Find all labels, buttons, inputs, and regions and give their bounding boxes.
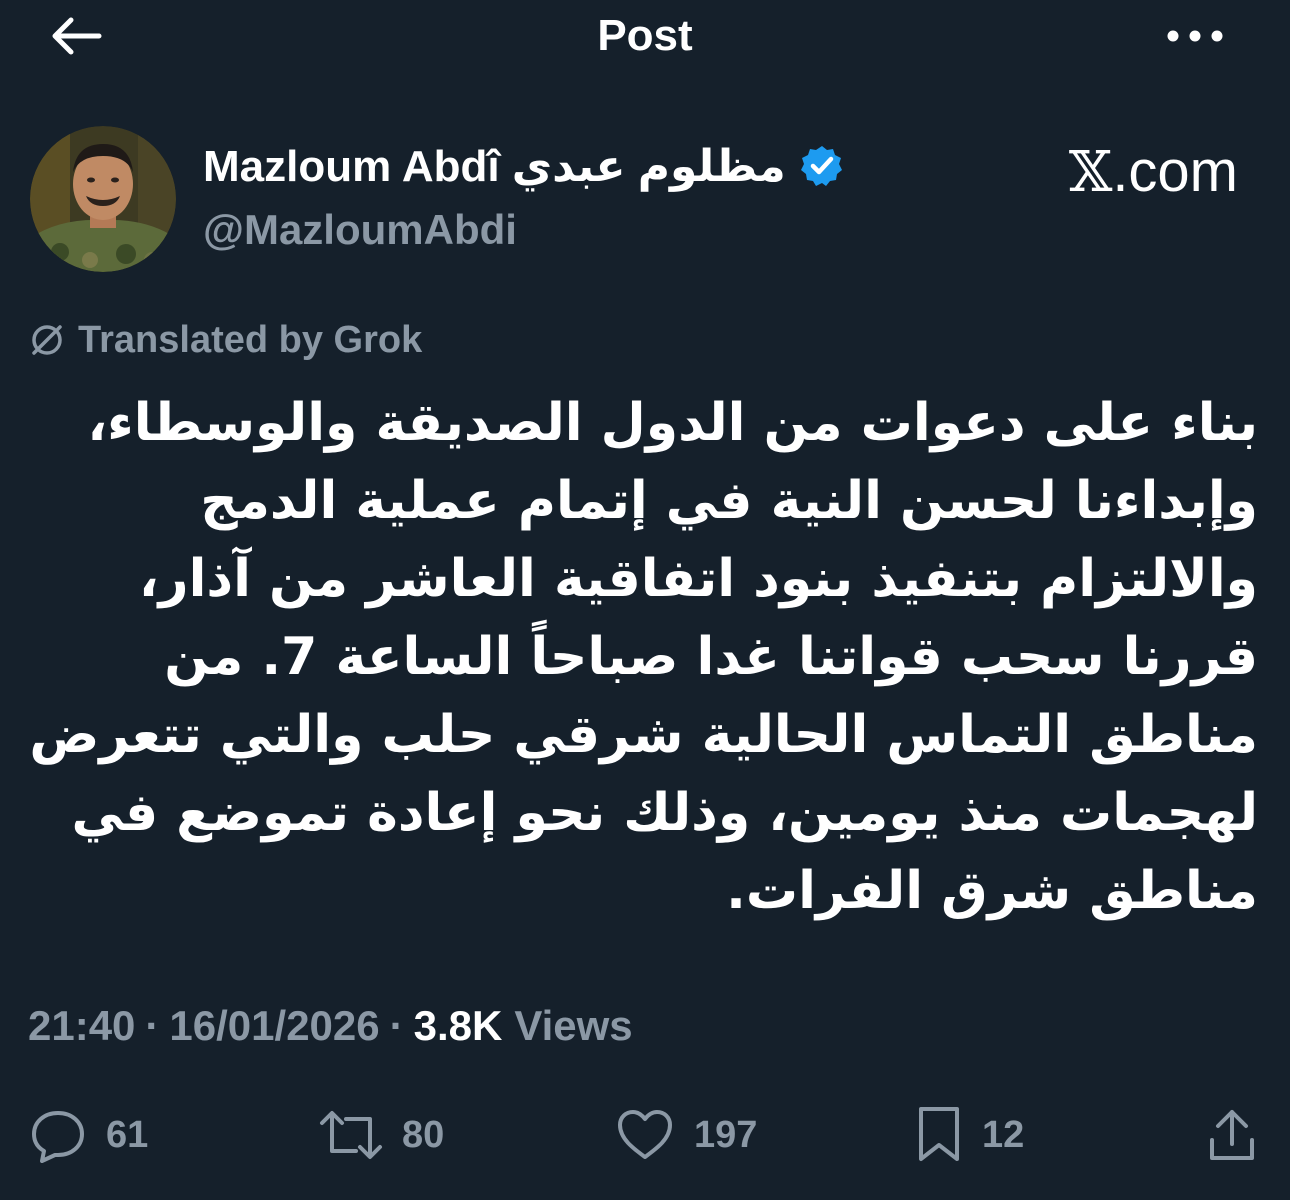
post-text: بناء على دعوات من الدول الصديقة والوسطاء… [29,393,1258,921]
translation-toggle[interactable]: Translated by Grok [28,316,422,364]
reply-icon [32,1111,84,1163]
like-count: 197 [694,1113,758,1156]
translation-label: Translated by Grok [78,318,423,361]
watermark-suffix: .com [1112,139,1238,204]
page-title: Post [597,11,693,60]
heart-icon [618,1110,672,1159]
bookmark-button[interactable]: 12 [914,1100,1024,1170]
repost-count: 80 [402,1113,445,1156]
share-button[interactable] [1206,1100,1258,1170]
author-handle[interactable]: @MazloumAbdi [203,204,517,256]
bookmark-icon [919,1107,959,1161]
like-button[interactable]: 197 [614,1100,757,1170]
x-logo-icon: 𝕏 [1068,140,1113,205]
avatar[interactable] [30,126,176,272]
views-count: 3.8K [413,1002,503,1049]
author-display-name: Mazloum Abdî مظلوم عبدي [203,141,786,191]
profile-photo [30,126,176,272]
views-label: Views [514,1002,633,1049]
post-screen: Post Mazloum Abdî مظلوم عبدي @MazloumAbd… [0,0,1290,1200]
author-name-row[interactable]: Mazloum Abdî مظلوم عبدي [203,140,844,192]
post-time: 21:40 [28,1002,136,1049]
repost-button[interactable]: 80 [318,1100,444,1170]
translate-icon [28,321,66,359]
post-date: 16/01/2026 [169,1002,380,1049]
bookmark-count: 12 [982,1113,1025,1156]
meta-separator: · [145,1002,160,1049]
x-com-watermark: 𝕏.com [1069,140,1238,205]
action-bar: 61 80 197 12 [0,1100,1290,1170]
verified-badge-icon [800,144,844,188]
meta-separator: · [389,1002,404,1049]
reply-count: 61 [106,1113,149,1156]
top-bar: Post [0,0,1290,72]
share-icon [1210,1110,1254,1160]
post-meta: 21:40 · 16/01/2026 · 3.8K Views [28,1000,633,1052]
repost-icon [320,1111,382,1159]
more-options-button[interactable] [1160,14,1230,58]
reply-button[interactable]: 61 [28,1100,148,1170]
ellipsis-icon [1167,30,1223,42]
